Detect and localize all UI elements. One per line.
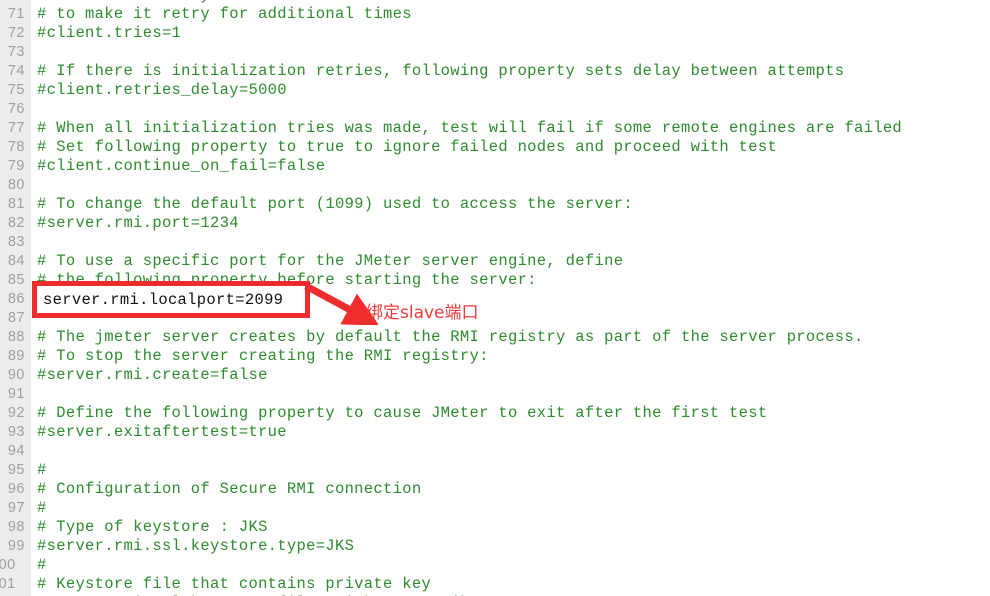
code-line-text: # Keystore file that contains private ke… <box>37 575 432 593</box>
line-number: 71 <box>7 6 25 22</box>
code-line[interactable]: 72 #client.tries=1 <box>0 24 990 43</box>
code-editor-viewport: 70# to make it retry for additional time… <box>0 0 990 596</box>
line-number: 100 <box>0 557 16 573</box>
code-line[interactable]: 84 # To use a specific port for the JMete… <box>0 252 990 271</box>
code-line[interactable]: 95 # <box>0 461 990 480</box>
code-line[interactable]: 96 # Configuration of Secure RMI connecti… <box>0 480 990 499</box>
code-line[interactable]: 81 # To change the default port (1099) us… <box>0 195 990 214</box>
code-line[interactable]: 101 # Keystore file that contains private… <box>0 575 990 594</box>
annotation-highlight-box: server.rmi.localport=2099 <box>32 281 310 318</box>
code-line[interactable]: 75 #client.retries_delay=5000 <box>0 81 990 100</box>
line-number: 89 <box>7 348 25 364</box>
line-number: 87 <box>7 310 25 326</box>
line-number: 101 <box>0 576 16 592</box>
code-line-text: # <box>37 556 47 574</box>
code-line[interactable]: 92 # Define the following property to cau… <box>0 404 990 423</box>
line-number: 79 <box>7 158 25 174</box>
code-line[interactable]: 77 # When all initialization tries was ma… <box>0 119 990 138</box>
code-line[interactable]: 82 #server.rmi.port=1234 <box>0 214 990 233</box>
line-number: 98 <box>7 519 25 535</box>
code-line[interactable]: 80 <box>0 176 990 195</box>
code-line-text: # Define the following property to cause… <box>37 404 768 422</box>
line-number: 78 <box>7 139 25 155</box>
code-line-text: #server.rmi.port=1234 <box>37 214 239 232</box>
code-line-text: # to make it retry for additional times <box>37 5 412 23</box>
code-line-text: #client.retries_delay=5000 <box>37 81 287 99</box>
code-line-text: # Configuration of Secure RMI connection <box>37 480 422 498</box>
line-number: 91 <box>7 386 25 402</box>
line-number: 85 <box>7 272 25 288</box>
code-line[interactable]: 94 <box>0 442 990 461</box>
code-line-text: # When all initialization tries was made… <box>37 119 903 137</box>
code-line-text: # To stop the server creating the RMI re… <box>37 347 489 365</box>
annotation-highlight-text: server.rmi.localport=2099 <box>43 291 284 309</box>
code-line[interactable]: 71 # to make it retry for additional time… <box>0 5 990 24</box>
line-number: 94 <box>7 443 25 459</box>
code-line[interactable]: 73 <box>0 43 990 62</box>
code-line[interactable]: 91 <box>0 385 990 404</box>
line-number: 80 <box>7 177 25 193</box>
code-line-text: # To change the default port (1099) used… <box>37 195 633 213</box>
code-line-text: #server.rmi.create=false <box>37 366 268 384</box>
code-line[interactable]: 74 # If there is initialization retries, … <box>0 62 990 81</box>
line-number: 75 <box>7 82 25 98</box>
line-number: 96 <box>7 481 25 497</box>
code-line-text: # Set following property to true to igno… <box>37 138 778 156</box>
line-number: 88 <box>7 329 25 345</box>
code-line[interactable]: 89 # To stop the server creating the RMI … <box>0 347 990 366</box>
line-number: 82 <box>7 215 25 231</box>
code-line[interactable]: 97 # <box>0 499 990 518</box>
line-number: 99 <box>7 538 25 554</box>
line-number: 92 <box>7 405 25 421</box>
code-line-text: #client.continue_on_fail=false <box>37 157 326 175</box>
code-line[interactable]: 100 # <box>0 556 990 575</box>
code-line[interactable]: 93 #server.exitaftertest=true <box>0 423 990 442</box>
code-line-text: # <box>37 499 47 517</box>
code-line[interactable]: 78 # Set following property to true to ig… <box>0 138 990 157</box>
line-number: 95 <box>7 462 25 478</box>
line-number: 74 <box>7 63 25 79</box>
line-number: 73 <box>7 44 25 60</box>
code-line[interactable]: 99 #server.rmi.ssl.keystore.type=JKS <box>0 537 990 556</box>
code-line-text: #server.rmi.ssl.keystore.type=JKS <box>37 537 355 555</box>
line-number: 93 <box>7 424 25 440</box>
line-number: 86 <box>7 291 25 307</box>
code-line[interactable]: 90 #server.rmi.create=false <box>0 366 990 385</box>
code-line[interactable]: 76 <box>0 100 990 119</box>
line-number: 84 <box>7 253 25 269</box>
code-line-text: # To use a specific port for the JMeter … <box>37 252 624 270</box>
line-number: 72 <box>7 25 25 41</box>
line-number: 81 <box>7 196 25 212</box>
line-number: 77 <box>7 120 25 136</box>
code-line[interactable]: 83 <box>0 233 990 252</box>
line-number: 97 <box>7 500 25 516</box>
code-line-text: # The jmeter server creates by default t… <box>37 328 864 346</box>
code-line-text: #server.exitaftertest=true <box>37 423 287 441</box>
code-line-text: # If there is initialization retries, fo… <box>37 62 845 80</box>
code-line-text: # Type of keystore : JKS <box>37 518 268 536</box>
code-line[interactable]: 88 # The jmeter server creates by default… <box>0 328 990 347</box>
line-number: 83 <box>7 234 25 250</box>
code-line[interactable]: 79 #client.continue_on_fail=false <box>0 157 990 176</box>
annotation-note-label: 绑定slave端口 <box>366 303 479 323</box>
line-number: 76 <box>7 101 25 117</box>
line-number: 90 <box>7 367 25 383</box>
code-line-text: #client.tries=1 <box>37 24 182 42</box>
code-line-text: # <box>37 461 47 479</box>
code-line[interactable]: 98 # Type of keystore : JKS <box>0 518 990 537</box>
